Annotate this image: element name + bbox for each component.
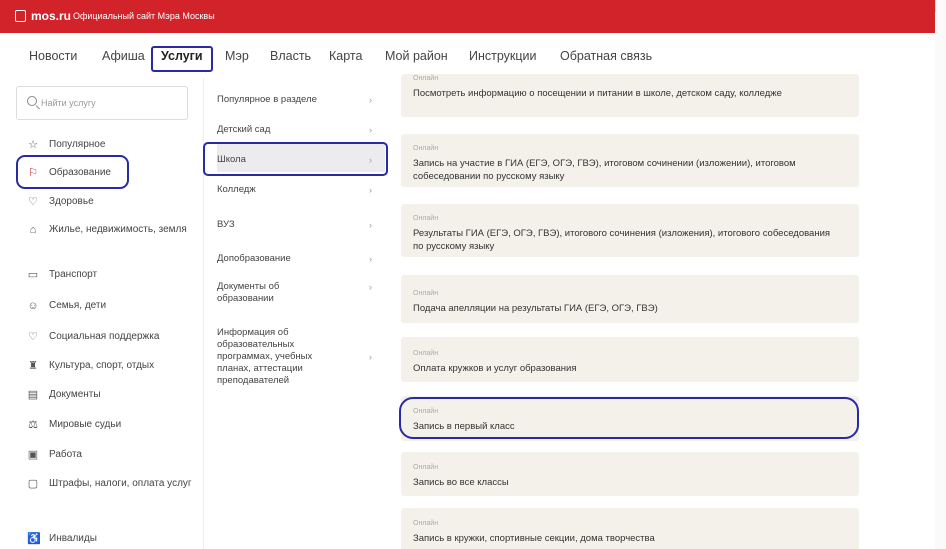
category-label: Работа	[49, 449, 82, 460]
chevron-right-icon: ›	[369, 125, 372, 135]
receipt-icon: ▢	[27, 478, 39, 490]
subcategory-label: ВУЗ	[217, 219, 235, 230]
category-label: Инвалиды	[49, 533, 97, 544]
service-tag: Онлайн	[413, 290, 439, 297]
scrollbar-divider	[935, 0, 936, 12]
scales-icon: ⚖	[28, 419, 38, 431]
service-tag: Онлайн	[413, 215, 439, 222]
category-label: Здоровье	[49, 196, 94, 207]
nav-item-my-district[interactable]: Мой район	[385, 49, 448, 63]
bus-icon: ▭	[27, 269, 39, 281]
category-label: Семья, дети	[49, 300, 107, 311]
nav-item-map[interactable]: Карта	[329, 49, 362, 63]
chevron-right-icon: ›	[369, 254, 372, 264]
chevron-right-icon: ›	[369, 185, 372, 195]
service-card-all-grades[interactable]: Онлайн Запись во все классы	[401, 452, 859, 496]
category-label: Культура, спорт, отдых	[49, 360, 155, 371]
subcategory-additional-education[interactable]: Допобразование ›	[217, 253, 385, 265]
subcategory-label: Документы об образовании	[217, 281, 280, 304]
annotation-highlight-school	[203, 142, 388, 176]
category-label: Мировые судьи	[49, 419, 122, 430]
service-card-gia-appeal[interactable]: Онлайн Подача апелляции на результаты ГИ…	[401, 275, 859, 323]
subcategory-programs-info[interactable]: Информация об образовательных программах…	[217, 327, 372, 387]
main-nav: Новости Афиша Услуги Мэр Власть Карта Мо…	[0, 33, 935, 78]
chevron-right-icon: ›	[369, 220, 372, 230]
nav-item-feedback[interactable]: Обратная связь	[560, 49, 652, 63]
category-label: Штрафы, налоги, оплата услуг	[49, 478, 192, 489]
subcategory-popular[interactable]: Популярное в разделе ›	[217, 94, 385, 106]
nav-item-government[interactable]: Власть	[270, 49, 311, 63]
subcategory-label: Информация об образовательных программах…	[217, 327, 313, 386]
scrollbar[interactable]	[935, 0, 946, 549]
search-input[interactable]	[41, 94, 181, 112]
service-tag: Онлайн	[413, 75, 439, 82]
theater-icon: ♜	[28, 360, 38, 372]
service-card-gia-results[interactable]: Онлайн Результаты ГИА (ЕГЭ, ОГЭ, ГВЭ), и…	[401, 204, 859, 257]
service-title: Оплата кружков и услуг образования	[413, 363, 577, 374]
service-search[interactable]	[16, 86, 188, 120]
heart-icon: ♡	[28, 331, 38, 343]
annotation-highlight-first-grade	[399, 397, 859, 439]
subcategory-label: Популярное в разделе	[217, 94, 317, 105]
nav-item-mayor[interactable]: Мэр	[225, 49, 249, 63]
nav-item-news[interactable]: Новости	[29, 49, 77, 63]
health-icon: ♡	[28, 196, 38, 208]
category-label: Социальная поддержка	[49, 331, 160, 342]
subcategory-label: Детский сад	[217, 124, 271, 135]
service-title: Результаты ГИА (ЕГЭ, ОГЭ, ГВЭ), итоговог…	[413, 228, 831, 252]
briefcase-icon: ▣	[27, 449, 39, 461]
search-icon	[27, 96, 37, 106]
document-icon: ▤	[27, 389, 39, 401]
annotation-highlight-education	[16, 155, 129, 189]
chevron-right-icon: ›	[369, 352, 372, 362]
brand-subtitle: Официальный сайт Мэра Москвы	[73, 11, 215, 21]
brand-name[interactable]: mos.ru	[31, 9, 71, 23]
category-label: Документы	[49, 389, 101, 400]
star-icon: ☆	[28, 139, 38, 151]
service-tag: Онлайн	[413, 350, 439, 357]
service-tag: Онлайн	[413, 520, 439, 527]
subcategory-education-documents[interactable]: Документы об образовании ›	[217, 281, 372, 305]
service-card-clubs-registration[interactable]: Онлайн Запись в кружки, спортивные секци…	[401, 508, 859, 549]
nav-item-instructions[interactable]: Инструкции	[469, 49, 537, 63]
home-icon: ⌂	[29, 224, 37, 236]
service-title: Посмотреть информацию о посещении и пита…	[413, 88, 782, 99]
category-label: Популярное	[49, 139, 106, 150]
wheelchair-icon: ♿	[27, 533, 41, 545]
service-title: Запись на участие в ГИА (ЕГЭ, ОГЭ, ГВЭ),…	[413, 158, 796, 182]
service-card-clubs-payment[interactable]: Онлайн Оплата кружков и услуг образовани…	[401, 337, 859, 382]
mos-logo-icon[interactable]	[15, 10, 26, 22]
annotation-highlight-services	[151, 46, 213, 72]
family-icon: ☺	[27, 300, 39, 312]
service-title: Запись в кружки, спортивные секции, дома…	[413, 533, 655, 544]
service-tag: Онлайн	[413, 145, 439, 152]
subcategory-kindergarten[interactable]: Детский сад ›	[217, 124, 385, 136]
service-list: Онлайн Посмотреть информацию о посещении…	[396, 74, 862, 549]
chevron-right-icon: ›	[369, 95, 372, 105]
category-sidebar: ☆ Популярное ⚐ Образование ♡ Здоровье ⌂ …	[0, 78, 203, 549]
service-card-attendance[interactable]: Онлайн Посмотреть информацию о посещении…	[401, 74, 859, 117]
subcategory-college[interactable]: Колледж ›	[217, 184, 385, 196]
service-title: Подача апелляции на результаты ГИА (ЕГЭ,…	[413, 303, 658, 314]
category-label: Транспорт	[49, 269, 98, 280]
subcategory-label: Колледж	[217, 184, 256, 195]
top-bar: mos.ru Официальный сайт Мэра Москвы	[0, 0, 935, 33]
nav-item-afisha[interactable]: Афиша	[102, 49, 145, 63]
chevron-right-icon: ›	[369, 282, 372, 292]
subcategory-label: Допобразование	[217, 253, 291, 264]
subcategory-university[interactable]: ВУЗ ›	[217, 219, 385, 231]
service-tag: Онлайн	[413, 464, 439, 471]
service-title: Запись во все классы	[413, 477, 509, 488]
service-card-gia-registration[interactable]: Онлайн Запись на участие в ГИА (ЕГЭ, ОГЭ…	[401, 134, 859, 187]
category-label: Жилье, недвижимость, земля	[49, 224, 187, 235]
